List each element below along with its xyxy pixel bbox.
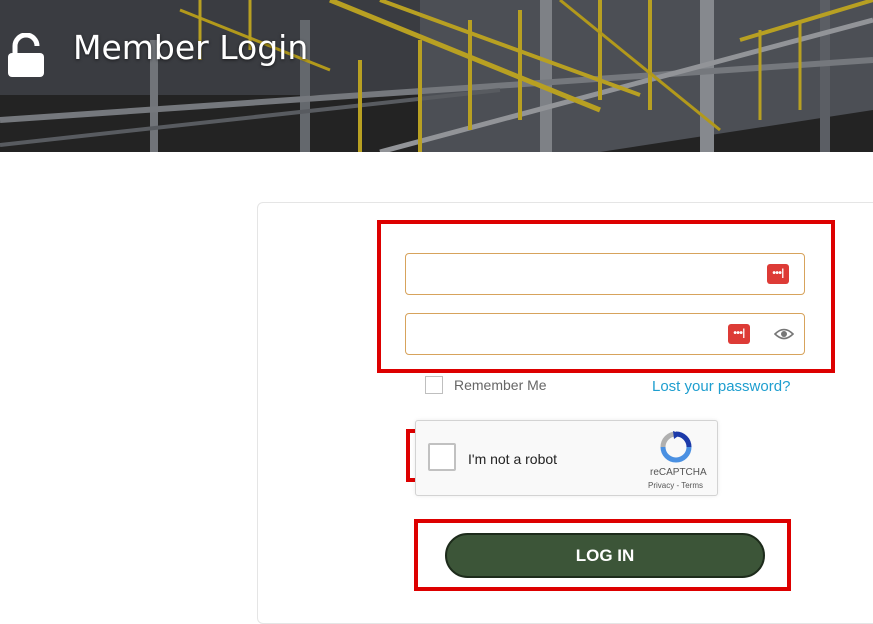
password-manager-icon[interactable]: •••| — [728, 324, 750, 344]
recaptcha-privacy-link[interactable]: Privacy — [648, 481, 674, 490]
recaptcha-label: I'm not a robot — [468, 451, 558, 467]
username-input[interactable] — [414, 262, 758, 288]
recaptcha-links: Privacy - Terms — [648, 481, 703, 490]
page-title: Member Login — [73, 28, 309, 67]
recaptcha-checkbox[interactable] — [428, 443, 456, 471]
remember-me-label: Remember Me — [454, 377, 547, 393]
recaptcha-terms-link[interactable]: Terms — [681, 481, 703, 490]
remember-me-checkbox[interactable] — [425, 376, 443, 394]
login-button[interactable]: LOG IN — [445, 533, 765, 578]
lock-icon — [8, 33, 44, 77]
eye-icon[interactable] — [774, 327, 794, 341]
header-banner: Member Login — [0, 0, 873, 152]
banner-image — [0, 0, 873, 152]
password-manager-icon[interactable]: •••| — [767, 264, 789, 284]
recaptcha-brand: reCAPTCHA — [650, 467, 707, 478]
password-field[interactable]: •••| — [405, 313, 805, 355]
username-field[interactable]: •••| — [405, 253, 805, 295]
password-input[interactable] — [414, 322, 718, 348]
lost-password-link[interactable]: Lost your password? — [652, 378, 790, 395]
recaptcha-icon — [660, 431, 692, 463]
